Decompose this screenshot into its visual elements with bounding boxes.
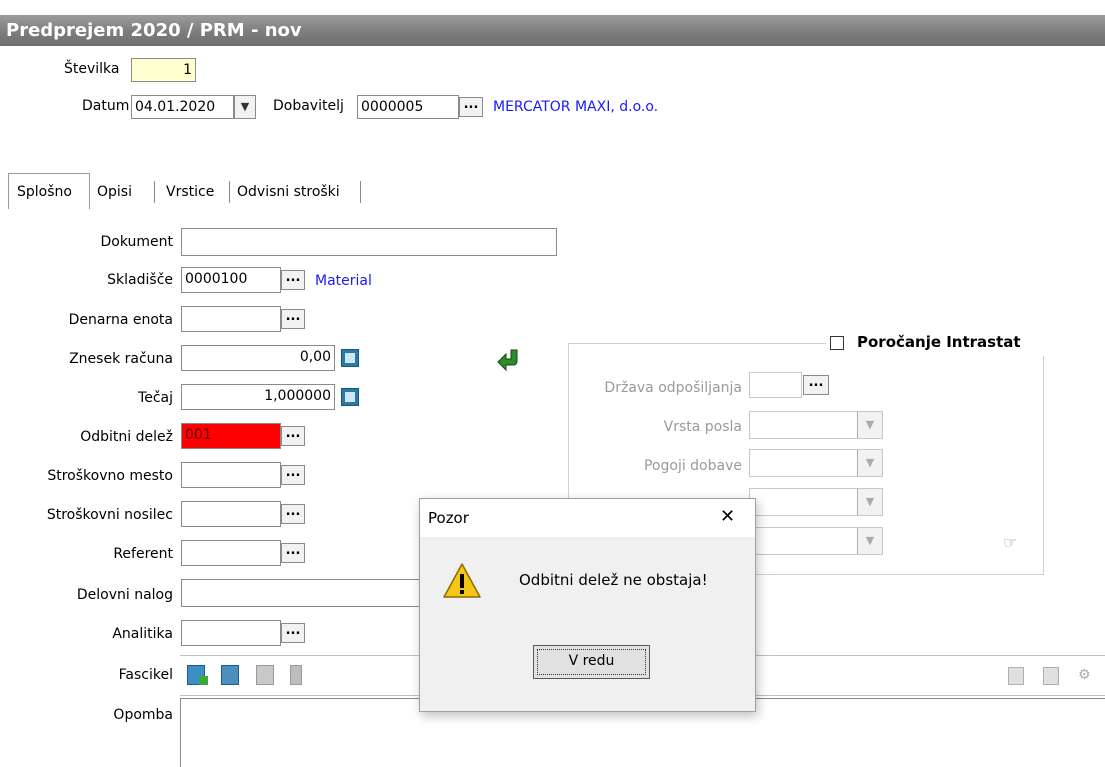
denarna-enota-lookup-button[interactable]: ... [281, 309, 305, 329]
analitika-lookup-button[interactable]: ... [281, 623, 305, 643]
odbitni-delez-label: Odbitni delež [80, 429, 173, 445]
fascikel-label: Fascikel [118, 667, 173, 683]
dobavitelj-lookup-button[interactable]: ... [459, 97, 483, 117]
strosk-nosilec-lookup-button[interactable]: ... [281, 504, 305, 524]
list-document-icon[interactable] [1043, 667, 1059, 685]
ok-button-label: V redu [568, 653, 615, 669]
dobavitelj-label: Dobavitelj [273, 98, 344, 114]
analitika-label: Analitika [112, 626, 173, 642]
skladisce-lookup-button[interactable]: ... [281, 270, 305, 290]
strosk-mesto-field[interactable] [181, 462, 281, 488]
tab-separator [360, 181, 361, 203]
chevron-down-icon[interactable]: ▼ [857, 450, 882, 476]
window-title: Predprejem 2020 / PRM - nov [0, 15, 1105, 46]
znesek-racuna-label: Znesek računa [69, 351, 173, 367]
close-icon[interactable]: ✕ [720, 506, 735, 527]
stevilka-label: Številka [64, 61, 120, 77]
add-plus-icon [199, 676, 208, 685]
opomba-label: Opomba [113, 707, 173, 723]
calculator-icon[interactable] [341, 388, 359, 406]
znesek-racuna-field[interactable]: 0,00 [181, 345, 335, 371]
dobavitelj-name-link[interactable]: MERCATOR MAXI, d.o.o. [493, 99, 658, 115]
strosk-nosilec-field[interactable] [181, 501, 281, 527]
strosk-nosilec-label: Stroškovni nosilec [46, 507, 173, 523]
warning-dialog: Pozor ✕ Odbitni delež ne obstaja! V redu [419, 498, 756, 712]
tab-splosno[interactable]: Splošno [8, 173, 90, 209]
dialog-titlebar: Pozor ✕ [420, 499, 755, 537]
calculator-icon[interactable] [341, 349, 359, 367]
vrsta-posla-label: Vrsta posla [663, 419, 742, 435]
chevron-down-icon[interactable]: ▼ [857, 489, 882, 515]
denarna-enota-field[interactable] [181, 306, 281, 332]
chevron-down-icon[interactable]: ▼ [857, 528, 882, 554]
intrastat-checkbox[interactable] [830, 336, 844, 350]
drzava-field[interactable] [749, 372, 802, 398]
strosk-mesto-lookup-button[interactable]: ... [281, 465, 305, 485]
tecaj-field[interactable]: 1,000000 [181, 384, 335, 410]
tab-separator [229, 181, 230, 203]
dokument-label: Dokument [100, 234, 173, 250]
drzava-label: Država odpošiljanja [604, 380, 742, 396]
settings-document-icon[interactable]: ⚙ [1078, 667, 1094, 685]
datum-field[interactable]: 04.01.2020 [131, 95, 234, 119]
skladisce-field[interactable]: 0000100 [181, 267, 281, 293]
tab-vrstice[interactable]: Vrstice [166, 184, 214, 200]
scan-document-icon[interactable] [221, 665, 239, 685]
copy-document-icon[interactable] [1008, 667, 1024, 685]
datum-label: Datum [82, 98, 130, 114]
chevron-down-icon[interactable]: ▼ [857, 412, 882, 438]
drzava-lookup-button[interactable]: ... [803, 375, 829, 395]
strosk-mesto-label: Stroškovno mesto [47, 468, 173, 484]
referent-field[interactable] [181, 540, 281, 566]
top-strip [0, 0, 1105, 8]
skladisce-label: Skladišče [107, 272, 173, 288]
referent-label: Referent [113, 546, 173, 562]
archive-icon[interactable] [290, 665, 302, 685]
referent-lookup-button[interactable]: ... [281, 543, 305, 563]
dokument-field[interactable] [181, 228, 557, 256]
delovni-nalog-label: Delovni nalog [76, 587, 173, 603]
tab-strip: Splošno Opisi Vrstice Odvisni stroški [8, 173, 368, 209]
tab-opisi[interactable]: Opisi [97, 184, 132, 200]
green-return-arrow-icon[interactable] [496, 347, 522, 373]
odbitni-delez-field[interactable]: 001 [181, 423, 281, 449]
date-dropdown-button[interactable]: ▼ [234, 95, 256, 119]
denarna-enota-label: Denarna enota [68, 312, 173, 328]
analitika-field[interactable] [181, 620, 281, 646]
pointing-hand-icon[interactable]: ☞ [1003, 533, 1017, 552]
dialog-message: Odbitni delež ne obstaja! [519, 571, 708, 589]
ok-button[interactable]: V redu [533, 645, 650, 679]
warning-icon [442, 561, 482, 601]
skladisce-name-link[interactable]: Material [315, 273, 372, 289]
tecaj-label: Tečaj [138, 390, 173, 406]
dialog-title: Pozor [428, 509, 469, 527]
stevilka-field[interactable]: 1 [131, 58, 196, 82]
pogoji-dobave-label: Pogoji dobave [643, 458, 742, 474]
attach-icon[interactable] [256, 665, 274, 685]
intrastat-header: Poročanje Intrastat [826, 330, 1048, 356]
tab-separator [154, 181, 155, 203]
intrastat-label: Poročanje Intrastat [857, 333, 1021, 351]
tab-odvisni-stroski[interactable]: Odvisni stroški [237, 184, 340, 200]
dobavitelj-field[interactable]: 0000005 [357, 95, 459, 119]
tab-splosno-label: Splošno [17, 184, 72, 200]
odbitni-delez-lookup-button[interactable]: ... [281, 426, 305, 446]
